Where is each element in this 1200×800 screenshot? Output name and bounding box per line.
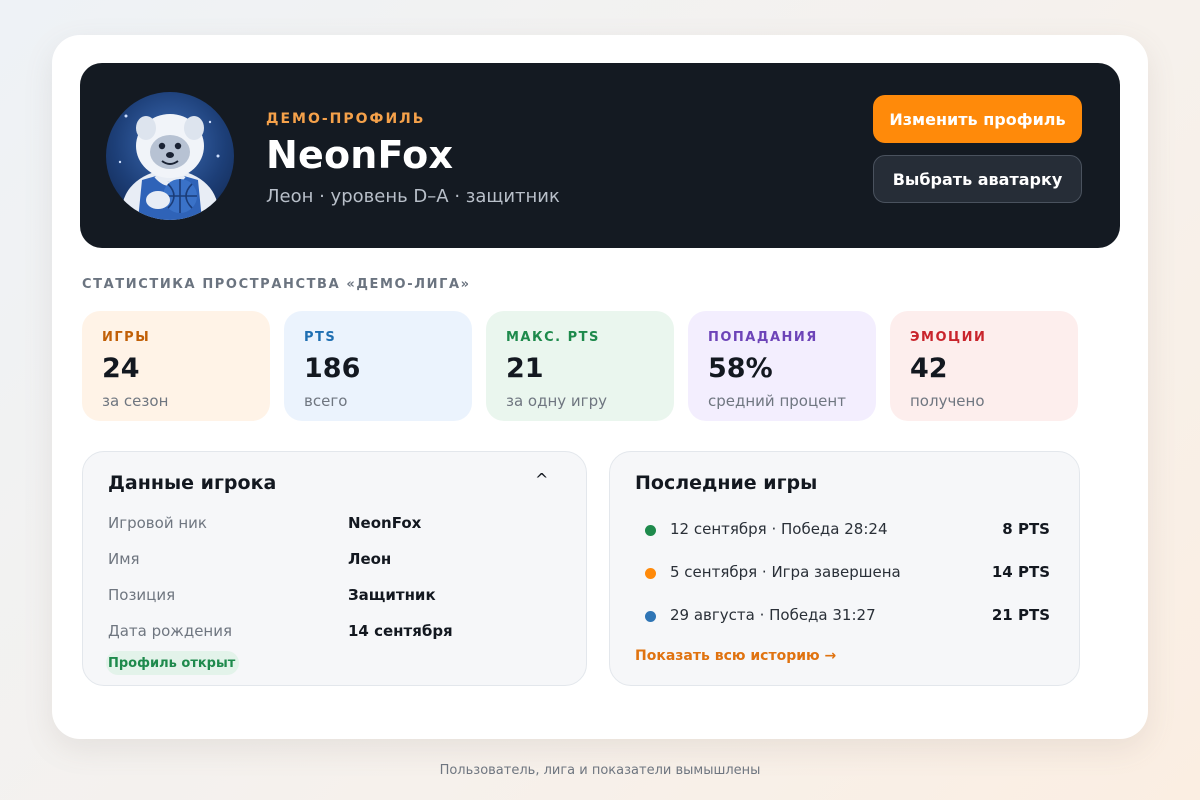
stat-card-max-pts: МАКС. PTS 21 за одну игру bbox=[486, 311, 674, 421]
player-row-key: Дата рождения bbox=[108, 622, 232, 640]
player-row-key: Позиция bbox=[108, 586, 176, 604]
player-data-title: Данные игрока bbox=[108, 472, 277, 494]
player-row-nickname: Игровой ник NeonFox bbox=[108, 514, 548, 538]
stat-caption: средний процент bbox=[708, 392, 846, 410]
recent-games-panel: Последние игры 12 сентября · Победа 28:2… bbox=[609, 451, 1080, 686]
player-row-value: Защитник bbox=[348, 586, 436, 604]
player-row-value: 14 сентября bbox=[348, 622, 453, 640]
stat-value: 58% bbox=[708, 353, 773, 384]
profile-eyebrow: ДЕМО-ПРОФИЛЬ bbox=[266, 111, 426, 127]
stats-section-title: СТАТИСТИКА ПРОСТРАНСТВА «ДЕМО-ЛИГА» bbox=[82, 277, 471, 292]
profile-card: ДЕМО-ПРОФИЛЬ NeonFox Леон · уровень D–A … bbox=[52, 35, 1148, 739]
player-row-key: Игровой ник bbox=[108, 514, 207, 532]
game-item[interactable]: 12 сентября · Победа 28:24 8 PTS bbox=[645, 518, 1050, 542]
player-row-birthdate: Дата рождения 14 сентября bbox=[108, 622, 548, 646]
collapse-caret-icon[interactable]: ^ bbox=[535, 470, 548, 489]
player-data-panel: Данные игрока ^ Игровой ник NeonFox Имя … bbox=[82, 451, 587, 686]
status-dot-icon bbox=[645, 611, 656, 622]
recent-games-title: Последние игры bbox=[635, 472, 818, 494]
stat-card-pts: PTS 186 всего bbox=[284, 311, 472, 421]
profile-nickname: NeonFox bbox=[266, 133, 454, 177]
player-row-position: Позиция Защитник bbox=[108, 586, 548, 610]
stat-caption: всего bbox=[304, 392, 348, 410]
choose-avatar-button[interactable]: Выбрать аватарку bbox=[873, 155, 1082, 203]
game-description: 29 августа · Победа 31:27 bbox=[670, 606, 876, 624]
stat-label: ИГРЫ bbox=[102, 330, 151, 345]
game-description: 5 сентября · Игра завершена bbox=[670, 563, 901, 581]
profile-subtitle: Леон · уровень D–A · защитник bbox=[266, 186, 560, 207]
show-history-link[interactable]: Показать всю историю → bbox=[635, 648, 836, 664]
game-points: 8 PTS bbox=[1002, 520, 1050, 538]
game-item[interactable]: 5 сентября · Игра завершена 14 PTS bbox=[645, 561, 1050, 585]
game-description: 12 сентября · Победа 28:24 bbox=[670, 520, 888, 538]
stat-value: 21 bbox=[506, 353, 544, 384]
stat-value: 24 bbox=[102, 353, 140, 384]
profile-header: ДЕМО-ПРОФИЛЬ NeonFox Леон · уровень D–A … bbox=[80, 63, 1120, 248]
player-row-key: Имя bbox=[108, 550, 140, 568]
edit-profile-button[interactable]: Изменить профиль bbox=[873, 95, 1082, 143]
status-dot-icon bbox=[645, 568, 656, 579]
stat-label: PTS bbox=[304, 330, 337, 345]
game-points: 21 PTS bbox=[991, 606, 1050, 624]
profile-open-badge: Профиль открыт bbox=[106, 651, 240, 675]
stat-caption: получено bbox=[910, 392, 985, 410]
player-row-name: Имя Леон bbox=[108, 550, 548, 574]
stat-value: 42 bbox=[910, 353, 948, 384]
stat-value: 186 bbox=[304, 353, 361, 384]
stat-label: МАКС. PTS bbox=[506, 330, 600, 345]
status-dot-icon bbox=[645, 525, 656, 536]
stat-caption: за одну игру bbox=[506, 392, 607, 410]
game-item[interactable]: 29 августа · Победа 31:27 21 PTS bbox=[645, 604, 1050, 628]
stat-card-accuracy: ПОПАДАНИЯ 58% средний процент bbox=[688, 311, 876, 421]
game-points: 14 PTS bbox=[991, 563, 1050, 581]
stat-caption: за сезон bbox=[102, 392, 169, 410]
stat-card-games: ИГРЫ 24 за сезон bbox=[82, 311, 270, 421]
player-row-value: NeonFox bbox=[348, 514, 422, 532]
stat-card-emotions: ЭМОЦИИ 42 получено bbox=[890, 311, 1078, 421]
avatar bbox=[106, 92, 234, 220]
stat-label: ПОПАДАНИЯ bbox=[708, 330, 818, 345]
player-row-value: Леон bbox=[348, 550, 392, 568]
disclaimer-footnote: Пользователь, лига и показатели вымышлен… bbox=[439, 763, 761, 778]
stat-label: ЭМОЦИИ bbox=[910, 330, 987, 345]
yeti-avatar-icon bbox=[118, 114, 220, 220]
